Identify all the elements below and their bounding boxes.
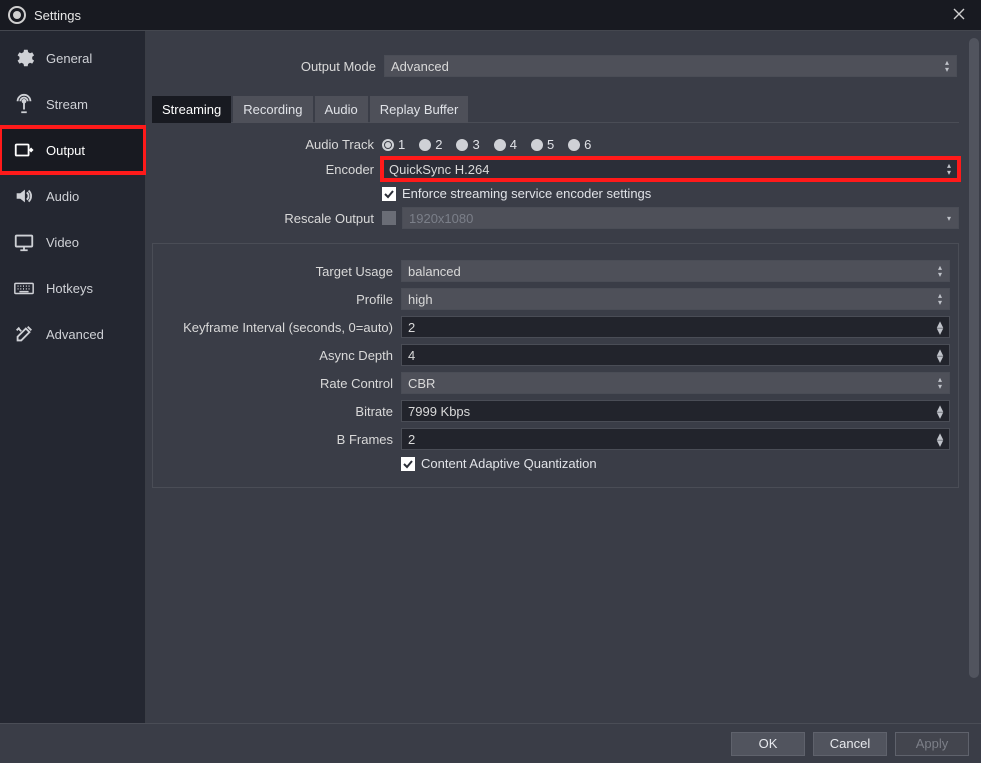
sidebar: General Stream Output Audio — [0, 31, 146, 723]
chevron-updown-icon: ▴▾ — [933, 373, 947, 393]
dialog-footer: OK Cancel Apply — [0, 723, 981, 763]
caq-label: Content Adaptive Quantization — [421, 456, 597, 471]
audio-track-5[interactable]: 5 — [531, 137, 554, 152]
chevron-down-icon: ▾ — [942, 208, 956, 228]
chevron-updown-icon: ▴▾ — [933, 261, 947, 281]
gear-icon — [12, 47, 36, 69]
close-button[interactable] — [945, 8, 973, 23]
output-mode-select[interactable]: Advanced ▴▾ — [384, 55, 957, 77]
tools-icon — [12, 323, 36, 345]
close-icon — [953, 8, 965, 20]
audio-track-2[interactable]: 2 — [419, 137, 442, 152]
rate-control-label: Rate Control — [161, 376, 401, 391]
tab-audio[interactable]: Audio — [315, 96, 368, 123]
spin-buttons[interactable]: ▴▾ — [933, 345, 947, 365]
ok-button[interactable]: OK — [731, 732, 805, 756]
sidebar-item-label: Advanced — [46, 327, 104, 342]
sidebar-item-label: Video — [46, 235, 79, 250]
scrollbar[interactable] — [969, 38, 979, 678]
keyframe-label: Keyframe Interval (seconds, 0=auto) — [161, 320, 401, 335]
sidebar-item-label: Stream — [46, 97, 88, 112]
keyframe-spin[interactable]: 2▴▾ — [401, 316, 950, 338]
encoder-value: QuickSync H.264 — [389, 162, 489, 177]
sidebar-item-stream[interactable]: Stream — [0, 81, 145, 127]
output-mode-label: Output Mode — [154, 59, 384, 74]
output-mode-value: Advanced — [391, 59, 449, 74]
sidebar-item-advanced[interactable]: Advanced — [0, 311, 145, 357]
audio-icon — [12, 185, 36, 207]
encoder-select[interactable]: QuickSync H.264 ▴▾ — [382, 158, 959, 180]
output-tabs: Streaming Recording Audio Replay Buffer — [152, 95, 959, 123]
titlebar: Settings — [0, 0, 981, 30]
antenna-icon — [12, 93, 36, 115]
window-title: Settings — [34, 8, 937, 23]
audio-track-4[interactable]: 4 — [494, 137, 517, 152]
rescale-value: 1920x1080 — [409, 211, 473, 226]
enforce-checkbox[interactable] — [382, 187, 396, 201]
rescale-label: Rescale Output — [152, 211, 382, 226]
tab-recording[interactable]: Recording — [233, 96, 312, 123]
sidebar-item-hotkeys[interactable]: Hotkeys — [0, 265, 145, 311]
bframes-spin[interactable]: 2▴▾ — [401, 428, 950, 450]
profile-label: Profile — [161, 292, 401, 307]
spin-buttons[interactable]: ▴▾ — [933, 429, 947, 449]
sidebar-item-output[interactable]: Output — [0, 127, 145, 173]
encoder-label: Encoder — [152, 162, 382, 177]
target-usage-label: Target Usage — [161, 264, 401, 279]
apply-button[interactable]: Apply — [895, 732, 969, 756]
async-depth-label: Async Depth — [161, 348, 401, 363]
audio-track-3[interactable]: 3 — [456, 137, 479, 152]
audio-track-1[interactable]: 1 — [382, 137, 405, 152]
sidebar-item-label: Audio — [46, 189, 79, 204]
cancel-button[interactable]: Cancel — [813, 732, 887, 756]
sidebar-item-label: Hotkeys — [46, 281, 93, 296]
sidebar-item-general[interactable]: General — [0, 35, 145, 81]
rescale-select[interactable]: 1920x1080 ▾ — [402, 207, 959, 229]
encoder-settings-panel: Target Usage balanced▴▾ Profile high▴▾ K… — [152, 243, 959, 488]
tab-replay-buffer[interactable]: Replay Buffer — [370, 96, 469, 123]
output-icon — [12, 139, 36, 161]
spin-buttons[interactable]: ▴▾ — [933, 401, 947, 421]
async-depth-spin[interactable]: 4▴▾ — [401, 344, 950, 366]
audio-track-label: Audio Track — [152, 137, 382, 152]
keyboard-icon — [12, 277, 36, 299]
audio-track-6[interactable]: 6 — [568, 137, 591, 152]
main-panel: Output Mode Advanced ▴▾ Streaming Record… — [146, 31, 981, 723]
rescale-checkbox[interactable] — [382, 211, 396, 225]
sidebar-item-audio[interactable]: Audio — [0, 173, 145, 219]
spin-buttons[interactable]: ▴▾ — [933, 317, 947, 337]
sidebar-item-label: General — [46, 51, 92, 66]
target-usage-select[interactable]: balanced▴▾ — [401, 260, 950, 282]
enforce-label: Enforce streaming service encoder settin… — [402, 186, 651, 201]
bitrate-label: Bitrate — [161, 404, 401, 419]
chevron-updown-icon: ▴▾ — [942, 159, 956, 179]
app-icon — [8, 6, 26, 24]
profile-select[interactable]: high▴▾ — [401, 288, 950, 310]
video-icon — [12, 231, 36, 253]
tab-streaming[interactable]: Streaming — [152, 96, 231, 123]
chevron-updown-icon: ▴▾ — [933, 289, 947, 309]
bframes-label: B Frames — [161, 432, 401, 447]
sidebar-item-video[interactable]: Video — [0, 219, 145, 265]
caq-checkbox[interactable] — [401, 457, 415, 471]
rate-control-select[interactable]: CBR▴▾ — [401, 372, 950, 394]
bitrate-spin[interactable]: 7999 Kbps▴▾ — [401, 400, 950, 422]
sidebar-item-label: Output — [46, 143, 85, 158]
chevron-updown-icon: ▴▾ — [940, 56, 954, 76]
